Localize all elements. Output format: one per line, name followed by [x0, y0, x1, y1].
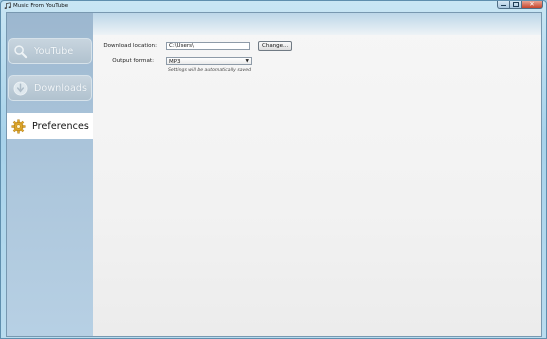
sidebar: YouTube Downloads Preferences [7, 13, 93, 336]
sidebar-item-youtube[interactable]: YouTube [8, 38, 92, 64]
close-icon: ✕ [529, 0, 535, 9]
download-location-row: Download location: C:\Users\ Change... [96, 41, 293, 51]
app-window: Music From YouTube ✕ YouTube Downloads P… [0, 0, 547, 339]
download-location-input[interactable]: C:\Users\ [166, 42, 250, 50]
change-location-button[interactable]: Change... [258, 41, 293, 51]
sidebar-item-label: YouTube [34, 45, 74, 57]
sidebar-item-label: Downloads [34, 82, 88, 94]
sidebar-item-label: Preferences [32, 120, 89, 132]
output-format-row: Output format: MP3 ▼ [96, 57, 252, 65]
maximize-icon [512, 2, 519, 7]
music-note-icon [4, 2, 11, 9]
client-area: YouTube Downloads Preferences Download l… [6, 12, 542, 337]
download-location-label: Download location: [103, 43, 157, 49]
gear-icon [11, 119, 26, 133]
output-format-label: Output format: [112, 58, 154, 64]
maximize-button[interactable] [510, 1, 522, 9]
sidebar-item-downloads[interactable]: Downloads [8, 75, 92, 101]
window-controls: ✕ [497, 1, 543, 9]
output-format-select[interactable]: MP3 ▼ [166, 57, 252, 65]
download-icon [13, 81, 28, 95]
close-button[interactable]: ✕ [522, 1, 543, 9]
minimize-button[interactable] [497, 1, 510, 9]
preferences-panel: Download location: C:\Users\ Change... O… [93, 13, 541, 336]
autosave-note-row: Settings will be automatically saved [168, 68, 251, 73]
chevron-down-icon: ▼ [245, 59, 249, 64]
sidebar-item-preferences[interactable]: Preferences [7, 113, 93, 139]
content-header-band [93, 13, 541, 35]
title-bar[interactable]: Music From YouTube ✕ [1, 1, 546, 12]
output-format-value: MP3 [169, 58, 181, 65]
window-title: Music From YouTube [13, 2, 69, 9]
search-icon [14, 44, 28, 58]
minimize-icon [501, 4, 506, 7]
autosave-note: Settings will be automatically saved [168, 68, 251, 73]
